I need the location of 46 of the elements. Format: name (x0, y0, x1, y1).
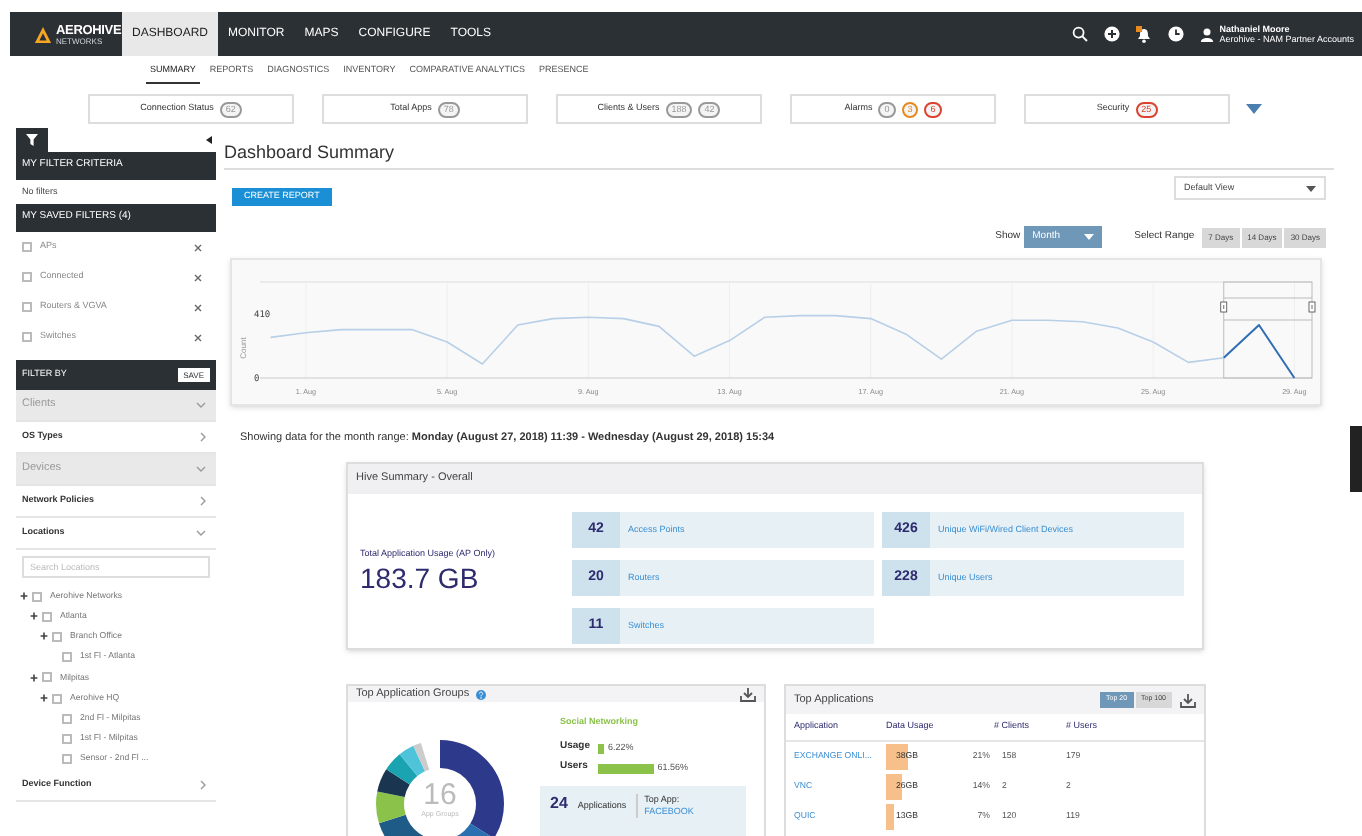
notification-bell-icon[interactable] (1135, 25, 1152, 43)
logo-icon (34, 25, 52, 43)
checkbox[interactable] (62, 733, 72, 744)
search-icon[interactable] (1071, 26, 1088, 42)
collapse-icon[interactable] (206, 136, 212, 144)
expand-icon[interactable] (40, 694, 48, 703)
checkbox[interactable] (22, 242, 32, 252)
range-selector (1223, 281, 1313, 379)
remove-icon[interactable] (194, 333, 202, 341)
expand-icon[interactable] (40, 632, 48, 641)
usage-bar (886, 804, 894, 830)
checkbox[interactable] (22, 302, 32, 312)
filter-icon[interactable] (26, 134, 38, 146)
checkbox[interactable] (52, 693, 62, 704)
caret-icon (1084, 234, 1095, 240)
donut-chart-drawing (370, 734, 510, 836)
range-handle-icon[interactable] (1220, 301, 1228, 313)
remove-icon[interactable] (194, 273, 202, 281)
download-icon[interactable] (740, 687, 756, 702)
usage-value: 183.7 GB (360, 561, 481, 594)
expand-icon[interactable] (30, 673, 38, 682)
expand-icon[interactable] (30, 612, 38, 621)
checkbox[interactable] (22, 272, 32, 282)
metric-bar (598, 743, 604, 753)
remove-icon[interactable] (194, 243, 202, 251)
checkbox[interactable] (22, 332, 32, 342)
checkbox[interactable] (52, 631, 62, 642)
checkbox[interactable] (42, 672, 52, 683)
caret-icon (1306, 185, 1316, 191)
group-count: 16 (423, 780, 457, 811)
checkbox[interactable] (62, 713, 72, 724)
add-icon[interactable] (1103, 26, 1120, 42)
checkbox[interactable] (62, 652, 72, 663)
user-icon[interactable] (1199, 27, 1214, 41)
checkbox[interactable] (32, 591, 42, 602)
download-icon[interactable] (1180, 693, 1196, 707)
remove-icon[interactable] (194, 303, 202, 311)
checkbox[interactable] (62, 754, 72, 765)
page-title: Dashboard Summary (224, 140, 1334, 170)
expand-icon[interactable] (20, 592, 28, 601)
checkbox[interactable] (42, 611, 52, 622)
help-icon[interactable] (475, 689, 486, 700)
range-handle-icon[interactable] (1308, 301, 1316, 313)
apps-count: 24 (550, 794, 568, 814)
expand-caret-icon[interactable] (1246, 104, 1262, 114)
clock-icon[interactable] (1167, 26, 1184, 42)
